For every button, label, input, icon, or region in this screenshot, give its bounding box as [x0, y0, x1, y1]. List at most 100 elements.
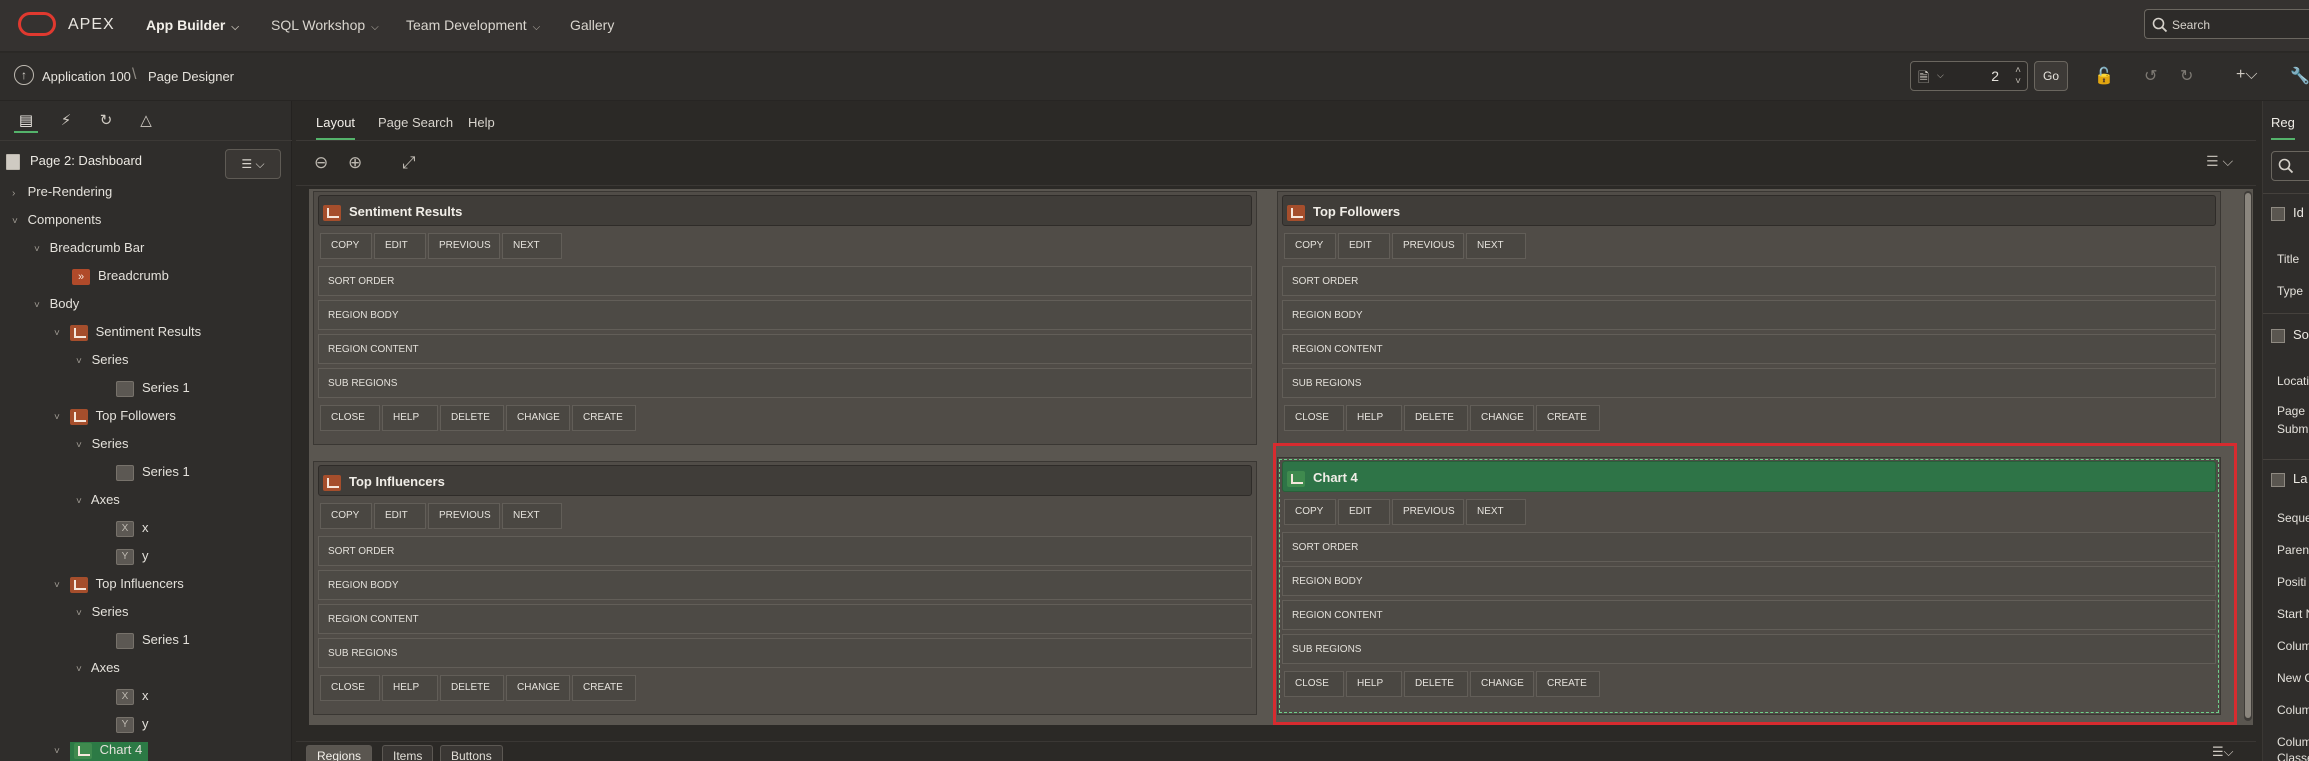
- position-copy[interactable]: COPY: [320, 233, 372, 259]
- zoom-in-icon[interactable]: ⊕: [348, 153, 362, 173]
- position-previous[interactable]: PREVIOUS: [428, 233, 500, 259]
- gallery-menu-icon[interactable]: ☰⌵: [2212, 744, 2234, 760]
- region-title-bar[interactable]: Sentiment Results: [318, 195, 1252, 226]
- tree-node-axis-y[interactable]: Yy: [116, 716, 149, 736]
- position-create[interactable]: CREATE: [572, 675, 636, 701]
- tree-node-pre-rendering[interactable]: › Pre-Rendering: [12, 184, 112, 204]
- tree-node-series[interactable]: ˅ Series: [76, 604, 128, 624]
- tab-region-properties[interactable]: Reg: [2271, 115, 2295, 140]
- nav-sql-workshop[interactable]: SQL Workshop ⌵: [271, 17, 379, 33]
- position-change[interactable]: CHANGE: [1470, 405, 1534, 431]
- position-close[interactable]: CLOSE: [320, 675, 380, 701]
- rendering-tab-icon[interactable]: ▤: [14, 111, 38, 133]
- tree-node-axes[interactable]: ˅ Axes: [76, 660, 120, 680]
- position-region-body[interactable]: REGION BODY: [1282, 300, 2216, 330]
- tab-regions[interactable]: Regions: [306, 745, 373, 761]
- tab-items[interactable]: Items: [382, 745, 434, 761]
- go-button[interactable]: Go: [2034, 61, 2068, 91]
- position-sort-order[interactable]: SORT ORDER: [1282, 266, 2216, 296]
- position-edit[interactable]: EDIT: [374, 233, 426, 259]
- position-delete[interactable]: DELETE: [440, 675, 504, 701]
- undo-icon[interactable]: ↺: [2144, 66, 2157, 86]
- layout-scrollbar[interactable]: [2244, 191, 2252, 721]
- position-region-content[interactable]: REGION CONTENT: [1282, 334, 2216, 364]
- zoom-out-icon[interactable]: ⊖: [314, 153, 328, 173]
- tree-node-axis-x[interactable]: Xx: [116, 688, 149, 708]
- position-sub-regions[interactable]: SUB REGIONS: [1282, 368, 2216, 398]
- lock-icon[interactable]: 🔓: [2094, 66, 2114, 86]
- position-help[interactable]: HELP: [1346, 405, 1402, 431]
- tree-node-body[interactable]: ˅ Body: [34, 296, 79, 316]
- position-edit[interactable]: EDIT: [1338, 233, 1390, 259]
- position-delete[interactable]: DELETE: [1404, 405, 1468, 431]
- tree-menu-button[interactable]: ☰ ⌵: [225, 149, 281, 179]
- region-title-bar[interactable]: Top Influencers: [318, 465, 1252, 496]
- redo-icon[interactable]: ↻: [2180, 66, 2193, 86]
- position-close[interactable]: CLOSE: [1284, 405, 1344, 431]
- tree-node-axis-y[interactable]: Yy: [116, 548, 149, 568]
- position-region-body[interactable]: REGION BODY: [318, 300, 1252, 330]
- breadcrumb-application[interactable]: Application 100: [42, 69, 131, 84]
- tree-node-series[interactable]: ˅ Series: [76, 352, 128, 372]
- arrow-up-icon[interactable]: ↑: [14, 65, 34, 85]
- tree-node-series-1[interactable]: Series 1: [116, 632, 190, 652]
- position-create[interactable]: CREATE: [572, 405, 636, 431]
- property-search-input[interactable]: [2271, 151, 2309, 181]
- position-previous[interactable]: PREVIOUS: [1392, 233, 1464, 259]
- position-region-content[interactable]: REGION CONTENT: [318, 604, 1252, 634]
- position-change[interactable]: CHANGE: [506, 675, 570, 701]
- position-sort-order[interactable]: SORT ORDER: [318, 266, 1252, 296]
- tab-buttons[interactable]: Buttons: [440, 745, 503, 761]
- tree-node-series[interactable]: ˅ Series: [76, 436, 128, 456]
- position-previous[interactable]: PREVIOUS: [428, 503, 500, 529]
- region-chart-4[interactable]: Chart 4 COPY EDIT PREVIOUS NEXT SORT ORDER …: [1277, 457, 2221, 715]
- tree-node-axis-x[interactable]: Xx: [116, 520, 149, 540]
- tree-node-components[interactable]: ˅ Components: [12, 212, 101, 232]
- position-help[interactable]: HELP: [382, 675, 438, 701]
- tree-node-chart-4[interactable]: ˅ Chart 4: [54, 742, 149, 761]
- region-title-bar[interactable]: Top Followers: [1282, 195, 2216, 226]
- scrollbar-thumb[interactable]: [2245, 193, 2251, 718]
- position-copy[interactable]: COPY: [320, 503, 372, 529]
- shared-components-tab-icon[interactable]: △: [134, 111, 158, 133]
- region-top-influencers[interactable]: Top Influencers COPY EDIT PREVIOUS NEXT SOR…: [313, 461, 1257, 715]
- position-next[interactable]: NEXT: [502, 233, 562, 259]
- position-sub-regions[interactable]: SUB REGIONS: [318, 368, 1252, 398]
- position-close[interactable]: CLOSE: [320, 405, 380, 431]
- tree-node-axes[interactable]: ˅ Axes: [76, 492, 120, 512]
- position-copy[interactable]: COPY: [1284, 233, 1336, 259]
- page-number-field[interactable]: 🗎 ⌵ 2 ˄ ˅: [1910, 61, 2028, 91]
- oracle-logo-icon[interactable]: [18, 12, 56, 36]
- position-change[interactable]: CHANGE: [506, 405, 570, 431]
- position-next[interactable]: NEXT: [502, 503, 562, 529]
- add-icon[interactable]: +⌵: [2236, 66, 2257, 84]
- section-source[interactable]: So: [2271, 327, 2309, 357]
- nav-gallery[interactable]: Gallery: [570, 17, 614, 33]
- tab-layout[interactable]: Layout: [316, 115, 356, 140]
- apex-brand[interactable]: APEX: [68, 16, 115, 34]
- section-layout[interactable]: La: [2271, 471, 2309, 501]
- position-sub-regions[interactable]: SUB REGIONS: [318, 638, 1252, 668]
- region-top-followers[interactable]: Top Followers COPY EDIT PREVIOUS NEXT SORT …: [1277, 191, 2221, 445]
- nav-app-builder[interactable]: App Builder ⌵: [146, 17, 239, 33]
- position-region-content[interactable]: REGION CONTENT: [318, 334, 1252, 364]
- region-sentiment-results[interactable]: Sentiment Results COPY EDIT PREVIOUS NEXT S…: [313, 191, 1257, 445]
- tree-node-sentiment-results[interactable]: ˅ Sentiment Results: [54, 324, 201, 344]
- tab-help[interactable]: Help: [468, 115, 495, 138]
- tree-node-top-followers[interactable]: ˅ Top Followers: [54, 408, 176, 428]
- layout-menu-icon[interactable]: ☰ ⌵: [2206, 153, 2233, 170]
- dynamic-actions-tab-icon[interactable]: ⚡: [54, 111, 78, 133]
- expand-icon[interactable]: ⤢: [402, 153, 416, 173]
- tree-node-breadcrumb-bar[interactable]: ˅ Breadcrumb Bar: [34, 240, 144, 260]
- position-edit[interactable]: EDIT: [374, 503, 426, 529]
- position-create[interactable]: CREATE: [1536, 405, 1600, 431]
- tree-node-series-1[interactable]: Series 1: [116, 464, 190, 484]
- stepper-icon[interactable]: ˄ ˅: [2015, 65, 2021, 87]
- page-header[interactable]: Page 2: Dashboard: [6, 153, 142, 170]
- tree-node-breadcrumb[interactable]: » Breadcrumb: [72, 268, 169, 288]
- position-region-body[interactable]: REGION BODY: [318, 570, 1252, 600]
- position-help[interactable]: HELP: [382, 405, 438, 431]
- position-sort-order[interactable]: SORT ORDER: [318, 536, 1252, 566]
- position-delete[interactable]: DELETE: [440, 405, 504, 431]
- search-input[interactable]: Search: [2144, 9, 2309, 39]
